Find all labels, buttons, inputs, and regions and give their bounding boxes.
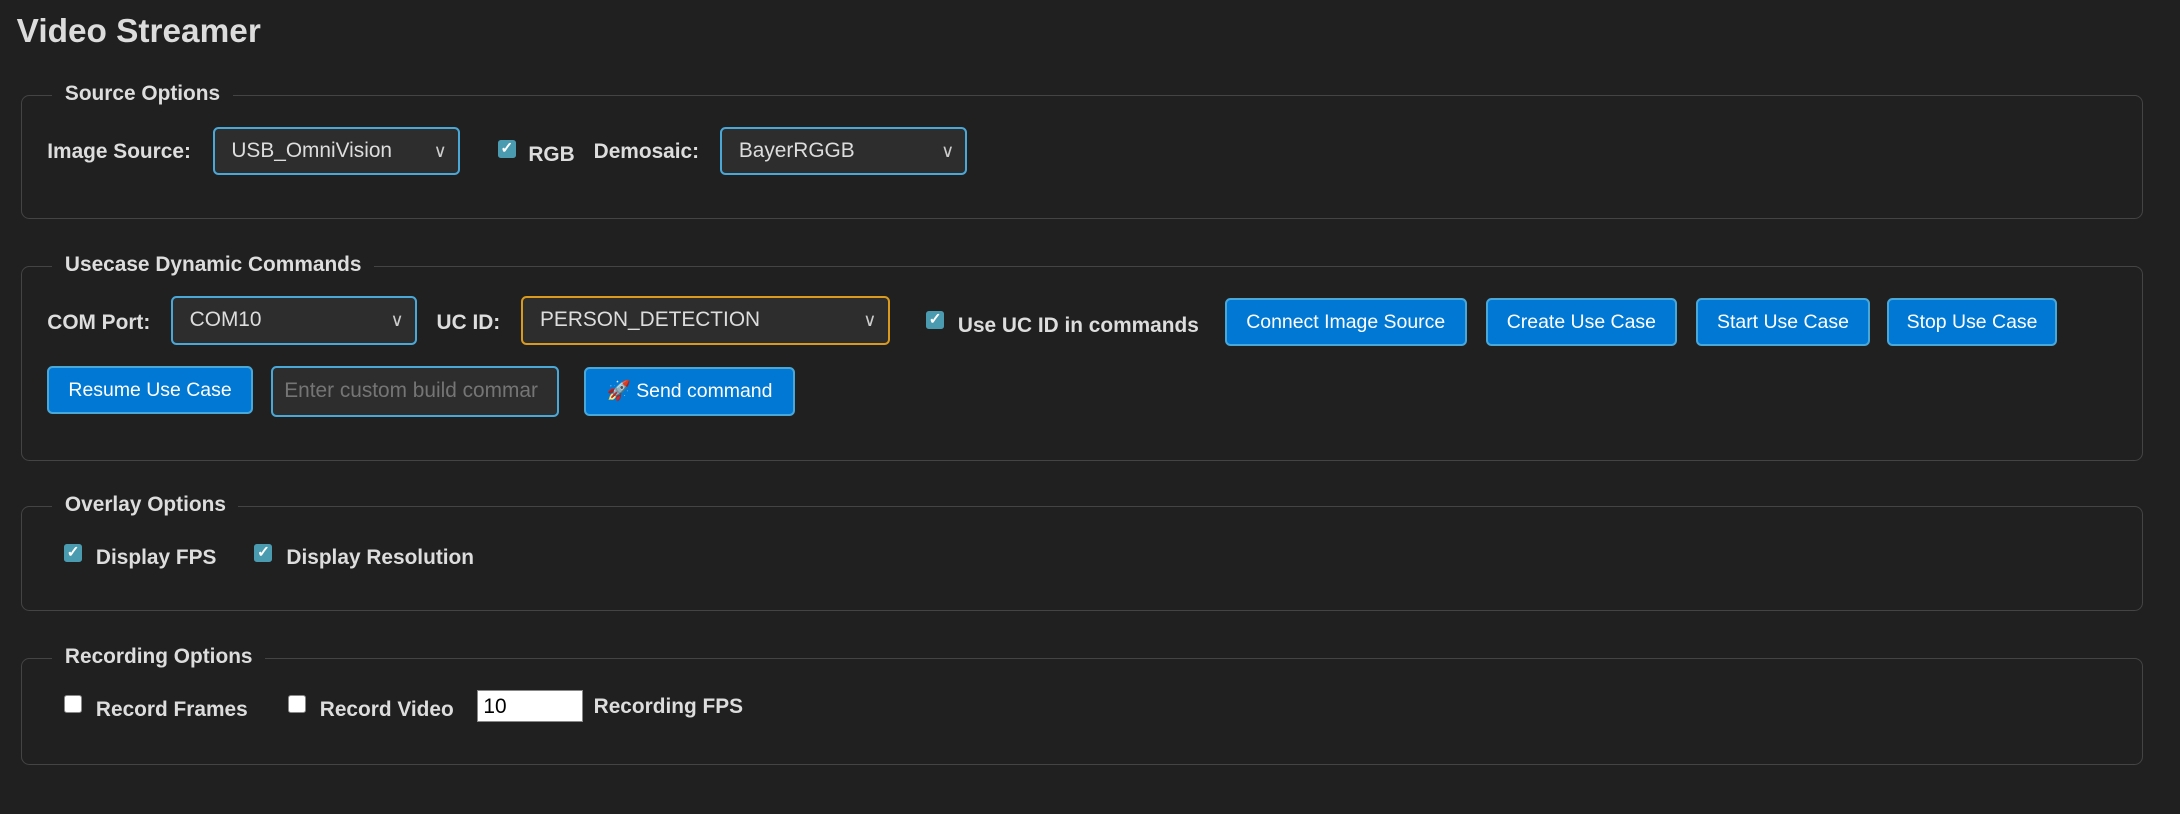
create-use-case-button[interactable]: Create Use Case [1486,297,1677,346]
rocket-icon: 🚀 [606,380,631,403]
uc-id-value: PERSON_DETECTION [540,308,761,332]
recording-legend: Recording Options [52,644,266,669]
page-title: Video Streamer [16,12,261,50]
uc-id-label: UC ID: [436,311,501,335]
connect-image-source-button[interactable]: Connect Image Source [1224,297,1467,346]
chevron-down-icon: ∨ [390,310,404,331]
demosaic-value: BayerRGGB [738,138,855,162]
use-uc-id-checkbox[interactable]: ✓ [925,311,944,330]
usecase-legend: Usecase Dynamic Commands [52,252,374,277]
demosaic-label: Demosaic: [593,140,700,164]
image-source-label: Image Source: [47,140,191,164]
demosaic-select[interactable]: BayerRGGB ∨ [720,126,968,175]
record-frames-label: Record Frames [95,697,248,721]
display-resolution-checkbox[interactable]: ✓ [254,543,273,562]
record-video-label: Record Video [319,697,454,721]
custom-command-input[interactable] [271,365,559,417]
rgb-checkbox[interactable]: ✓ [497,140,516,159]
recording-fps-label: Recording FPS [593,694,744,718]
display-fps-label: Display FPS [95,545,217,569]
use-uc-id-label: Use UC ID in commands [957,313,1199,337]
display-fps-checkbox[interactable]: ✓ [63,543,83,562]
send-command-button[interactable]: 🚀 Send command [583,367,796,416]
stop-use-case-button[interactable]: Stop Use Case [1886,297,2058,346]
record-video-checkbox[interactable] [287,695,306,714]
overlay-legend: Overlay Options [52,493,239,518]
record-frames-checkbox[interactable] [63,695,83,714]
com-port-select[interactable]: COM10 ∨ [171,296,417,345]
chevron-down-icon: ∨ [941,140,955,161]
chevron-down-icon: ∨ [433,140,447,161]
com-port-value: COM10 [189,308,262,332]
resume-use-case-button[interactable]: Resume Use Case [47,365,253,415]
rgb-label: RGB [528,142,575,166]
display-resolution-label: Display Resolution [286,545,475,569]
source-options-legend: Source Options [52,81,233,106]
send-command-label: Send command [636,380,773,403]
chevron-down-icon: ∨ [863,310,877,331]
usecase-fieldset: Usecase Dynamic Commands [20,252,2144,461]
uc-id-select[interactable]: PERSON_DETECTION ∨ [521,296,890,345]
recording-fps-input[interactable]: 10 [476,689,583,722]
start-use-case-button[interactable]: Start Use Case [1696,297,1870,346]
image-source-select[interactable]: USB_OmniVision ∨ [212,126,460,175]
com-port-label: COM Port: [47,311,151,335]
image-source-value: USB_OmniVision [231,138,393,162]
